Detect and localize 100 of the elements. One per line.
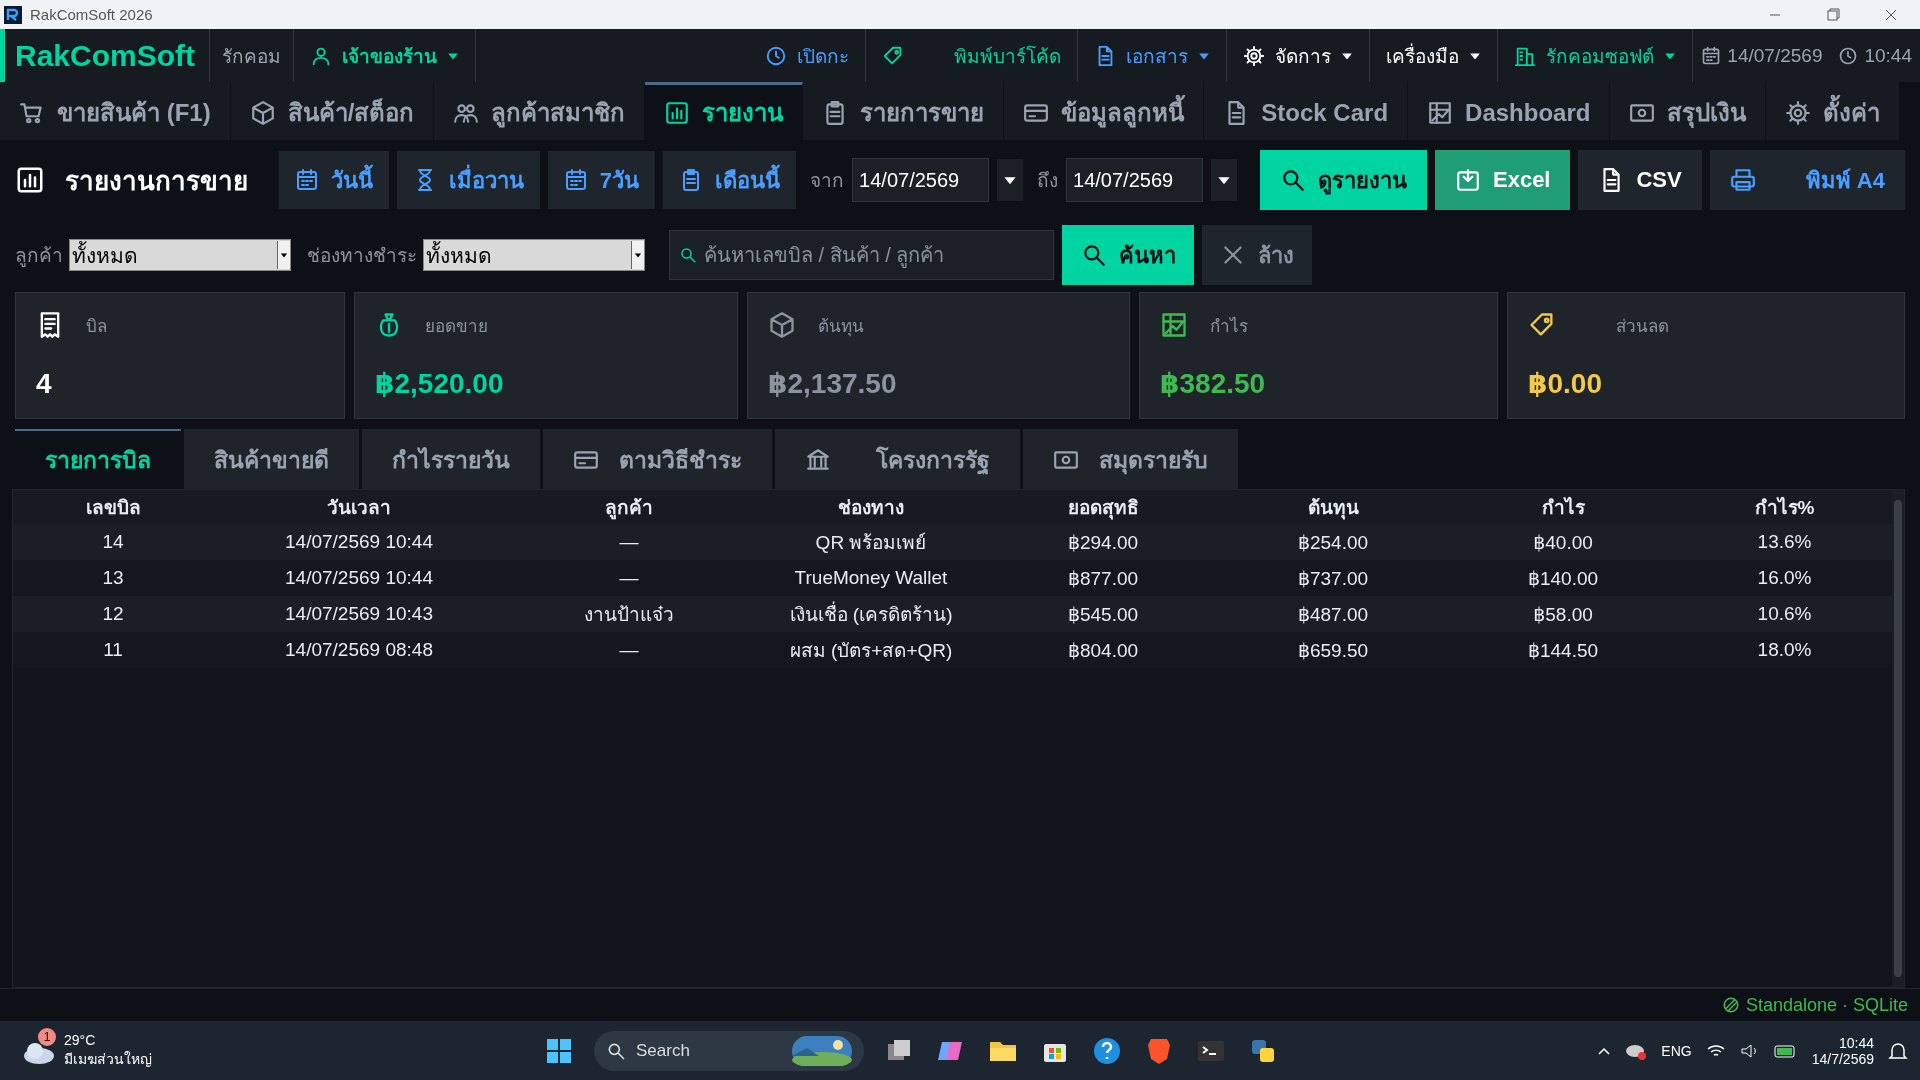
caret-icon xyxy=(280,251,288,259)
dropdown-button[interactable] xyxy=(996,159,1024,201)
column-header: ช่องทาง xyxy=(837,496,905,520)
column-header: ลูกค้า xyxy=(604,496,654,522)
scrollbar[interactable] xyxy=(1892,490,1904,987)
date-range-button[interactable]: 7วัน xyxy=(547,151,656,209)
caret-icon xyxy=(634,251,642,259)
column-header: เลขบิล xyxy=(84,496,142,520)
table-cell-text: ฿804.00 xyxy=(1066,638,1140,662)
table-cell-text: — xyxy=(618,639,640,661)
select-field[interactable]: ทั้งหมด xyxy=(423,239,645,271)
table-cell-text: ผสม (บัตร+สด+QR) xyxy=(788,639,954,663)
table-cell-text: ฿254.00 xyxy=(1296,530,1370,554)
date-text: 14/07/2569 xyxy=(1727,44,1823,67)
report-tab[interactable]: ตามวิธีชำระ xyxy=(543,429,772,489)
clock-icon xyxy=(1838,45,1859,66)
battery-icon[interactable] xyxy=(1773,1042,1798,1059)
table-cell-text: 14/07/2569 10:44 xyxy=(284,531,434,553)
time-text: 10:44 xyxy=(1864,44,1912,67)
connection-status: Standalone · SQLite xyxy=(1745,994,1908,1016)
table-row[interactable]: 14 14/07/2569 10:44 — QR พร้อมเพย์ ฿294.00 ฿254.00 ฿40.00 13.6% xyxy=(13,524,1892,560)
date-range-button[interactable]: เมื่อวาน xyxy=(396,151,540,209)
table-cell-text: 14/07/2569 10:43 xyxy=(284,603,434,625)
column-header: กำไร xyxy=(1540,496,1586,520)
settings-icon xyxy=(1243,44,1266,67)
table-cell-text: — xyxy=(618,531,640,553)
bank-icon xyxy=(805,447,831,473)
card-value: ฿2,520.00 xyxy=(375,367,505,400)
report-tab[interactable]: โครงการรัฐ xyxy=(775,429,1020,489)
bar-chart-icon xyxy=(15,165,45,195)
card-value: 4 xyxy=(36,368,53,400)
table-cell-text: 16.0% xyxy=(1756,567,1813,589)
notification-icon[interactable] xyxy=(1888,1040,1908,1061)
search-field[interactable]: ค้นหาเลขบิล / สินค้า / ลูกค้า xyxy=(669,230,1054,280)
table-cell-text: ฿294.00 xyxy=(1066,530,1140,554)
table-cell-text: ฿737.00 xyxy=(1296,566,1370,590)
window-title: RakComSoft 2026 xyxy=(30,6,154,23)
taskbar-clock[interactable]: 10:44 14/7/2569 xyxy=(1811,1034,1874,1067)
table-cell-text: ฿487.00 xyxy=(1296,602,1370,626)
weather-text: มีเมฆส่วนใหญ่ xyxy=(64,1049,152,1069)
temperature-text: 29°C xyxy=(64,1031,97,1048)
table-cell-text: ฿144.50 xyxy=(1526,638,1600,662)
calendar-icon xyxy=(294,168,319,192)
search-button[interactable]: ล้าง xyxy=(1202,225,1312,285)
report-tab[interactable]: สมุดรายรับ xyxy=(1023,429,1238,489)
nav-tab[interactable]: รายงาน xyxy=(645,82,804,140)
search-icon xyxy=(1280,167,1306,193)
table-cell-text: 13 xyxy=(101,567,125,589)
card-value: ฿382.50 xyxy=(1160,367,1267,400)
table-cell-text: 13.6% xyxy=(1756,531,1813,553)
table-cell-text: — xyxy=(618,567,640,589)
dropdown-button[interactable] xyxy=(1210,159,1237,201)
table-cell: เงินเชื่อ (เครดิตร้าน) xyxy=(753,599,989,629)
calendar-icon xyxy=(1701,45,1722,66)
table-cell-text: ฿40.00 xyxy=(1532,530,1594,554)
download-icon xyxy=(1455,167,1481,193)
table-cell-text: ฿877.00 xyxy=(1066,566,1140,590)
card-label: ยอดขาย xyxy=(425,315,488,338)
column-header: วันเวลา xyxy=(326,496,392,520)
printer-icon xyxy=(1729,167,1756,193)
search-icon xyxy=(679,246,697,264)
select-field[interactable]: ทั้งหมด xyxy=(69,239,291,271)
table-cell-text: 14 xyxy=(101,531,125,553)
date-range-button[interactable]: เดือนนี้ xyxy=(663,151,797,209)
date-field[interactable]: 14/07/2569 xyxy=(852,158,989,202)
box-icon xyxy=(768,311,796,339)
card-label: กำไร xyxy=(1210,315,1248,338)
card-label: บิล xyxy=(86,315,107,338)
language-indicator[interactable]: ENG xyxy=(1661,1042,1692,1059)
calendar-icon xyxy=(563,168,588,192)
box-icon xyxy=(249,99,276,126)
action-button[interactable]: CSV xyxy=(1578,150,1702,210)
table-cell-text: 18.0% xyxy=(1756,639,1813,661)
wifi-icon[interactable] xyxy=(1705,1042,1726,1059)
card-label: ส่วนลด xyxy=(1616,315,1669,338)
clock-icon xyxy=(765,44,788,67)
date-field[interactable]: 14/07/2569 xyxy=(1066,158,1203,202)
notification-badge: 1 xyxy=(38,1027,56,1046)
action-button[interactable]: ดูรายงาน xyxy=(1260,150,1427,210)
table-cell-text: ฿545.00 xyxy=(1066,602,1140,626)
date-range-button[interactable]: วันนี้ xyxy=(278,151,389,209)
column-header: ยอดสุทธิ xyxy=(1066,496,1140,522)
taskbar-search[interactable]: Search xyxy=(594,1030,864,1071)
card-value: ฿2,137.50 xyxy=(768,367,898,400)
table-cell-text: 14/07/2569 08:48 xyxy=(284,639,434,661)
search-button[interactable]: ค้นหา xyxy=(1062,225,1194,285)
report-tab[interactable]: กำไรรายวัน xyxy=(362,429,540,489)
action-button[interactable]: พิมพ์ A4 xyxy=(1709,150,1905,210)
report-tab[interactable]: สินค้าขายดี xyxy=(184,429,359,489)
table-cell-text: 12 xyxy=(101,603,125,625)
table-cell-text: งานป้าแจ๋ว xyxy=(583,603,675,627)
column-header: ต้นทุน xyxy=(1306,496,1360,522)
date-label: ถึง xyxy=(1037,169,1059,193)
bar-chart-icon xyxy=(664,99,691,126)
table-row[interactable]: 12 14/07/2569 10:43 งานป้าแจ๋ว เงินเชื่อ (เครดิตร้าน) ฿545.00 ฿487.00 ฿58.00 10.6% xyxy=(13,596,1892,632)
filter-label: ลูกค้า xyxy=(15,244,63,269)
filter-label: ช่องทางชำระ xyxy=(307,244,417,268)
table-cell-text: 14/07/2569 10:44 xyxy=(284,567,434,589)
app-logo-icon xyxy=(4,5,22,24)
table-cell-text: TrueMoney Wallet xyxy=(793,567,949,589)
